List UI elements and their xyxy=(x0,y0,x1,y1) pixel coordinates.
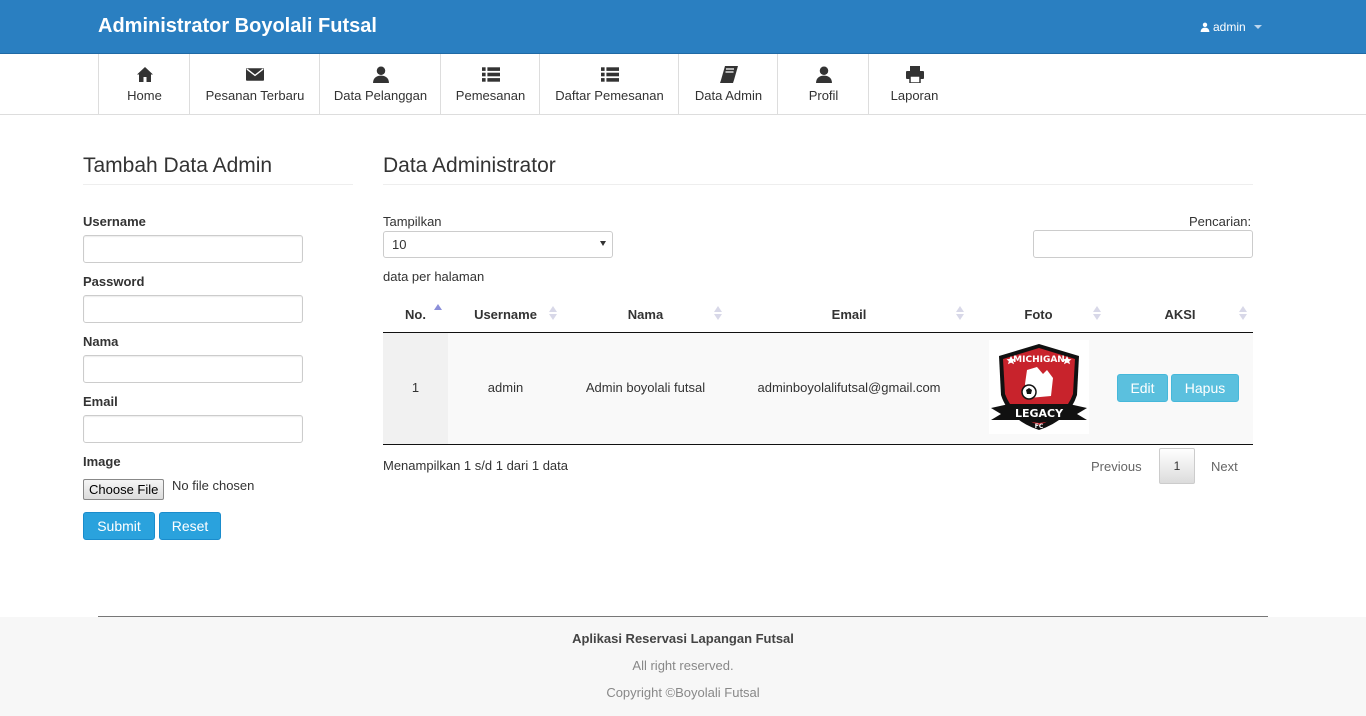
user-menu[interactable]: admin xyxy=(1200,20,1262,34)
user-icon xyxy=(372,66,389,83)
column-header-no[interactable]: No. xyxy=(383,296,448,332)
pagination-previous[interactable]: Previous xyxy=(1091,459,1142,474)
username-input[interactable] xyxy=(83,235,303,263)
column-label: No. xyxy=(405,306,426,322)
cell-username: admin xyxy=(487,380,524,395)
chevron-down-icon xyxy=(1253,25,1262,29)
cell-nama: Admin boyolali futsal xyxy=(585,380,706,395)
sort-icon xyxy=(1239,306,1249,320)
per-page-label: data per halaman xyxy=(383,269,485,284)
book-icon xyxy=(719,66,738,83)
chevron-down-icon xyxy=(600,241,606,246)
footer-title: Aplikasi Reservasi Lapangan Futsal xyxy=(572,631,794,646)
search-label: Pencarian: xyxy=(1189,214,1252,229)
nav-item-pemesanan[interactable]: Pemesanan xyxy=(440,54,540,114)
user-icon xyxy=(815,66,832,83)
search-input[interactable] xyxy=(1033,230,1253,258)
user-name: admin xyxy=(1213,20,1246,34)
nav-label: Data Pelanggan xyxy=(333,88,428,103)
column-label: AKSI xyxy=(1164,306,1196,322)
sort-icon xyxy=(714,306,724,320)
brand-title[interactable]: Administrator Boyolali Futsal xyxy=(98,15,377,38)
file-status: No file chosen xyxy=(172,478,255,493)
divider xyxy=(83,184,353,185)
nav-label: Pemesanan xyxy=(455,88,526,103)
email-input[interactable] xyxy=(83,415,303,443)
sort-icon xyxy=(549,306,559,320)
column-label: Email xyxy=(831,306,867,322)
column-header-nama[interactable]: Nama xyxy=(563,296,728,332)
show-label: Tampilkan xyxy=(383,214,442,229)
top-navbar: Administrator Boyolali Futsal admin xyxy=(0,0,1366,54)
footer-divider xyxy=(98,616,1268,617)
column-header-foto[interactable]: Foto xyxy=(970,296,1107,332)
password-input[interactable] xyxy=(83,295,303,323)
nav-item-laporan[interactable]: Laporan xyxy=(868,54,960,114)
nav-label: Pesanan Terbaru xyxy=(205,88,305,103)
pagination-page-1[interactable]: 1 xyxy=(1159,448,1195,484)
nav-item-data-admin[interactable]: Data Admin xyxy=(678,54,778,114)
page-size-value: 10 xyxy=(392,237,407,252)
reset-button[interactable]: Reset xyxy=(159,512,221,540)
print-icon xyxy=(905,66,924,83)
nama-label: Nama xyxy=(83,334,119,349)
cell-no: 1 xyxy=(411,380,420,395)
table-title: Data Administrator xyxy=(383,154,556,177)
list-icon xyxy=(600,67,619,82)
nav-item-data-pelanggan[interactable]: Data Pelanggan xyxy=(319,54,441,114)
logo-text: FC xyxy=(1035,423,1044,430)
column-header-aksi[interactable]: AKSI xyxy=(1107,296,1253,332)
submit-button[interactable]: Submit xyxy=(83,512,155,540)
table-bottom-border xyxy=(383,444,1253,445)
home-icon xyxy=(136,67,153,82)
main-nav: Home Pesanan Terbaru Data Pelanggan Peme… xyxy=(0,54,1366,115)
footer-copyright: Copyright ©Boyolali Futsal xyxy=(606,685,760,700)
sort-icon xyxy=(1093,306,1103,320)
nav-label: Data Admin xyxy=(694,88,763,103)
choose-file-button[interactable]: Choose File xyxy=(83,479,165,500)
nav-label: Daftar Pemesanan xyxy=(555,88,664,103)
column-label: Foto xyxy=(1024,306,1053,322)
column-label: Username xyxy=(474,306,537,322)
nav-item-pesanan-terbaru[interactable]: Pesanan Terbaru xyxy=(189,54,320,114)
list-icon xyxy=(481,67,500,82)
column-label: Nama xyxy=(627,306,664,322)
column-header-email[interactable]: Email xyxy=(728,296,970,332)
form-title: Tambah Data Admin xyxy=(83,154,273,177)
delete-button[interactable]: Hapus xyxy=(1171,374,1239,402)
nama-input[interactable] xyxy=(83,355,303,383)
envelope-icon xyxy=(246,68,264,81)
logo-text: MICHIGAN xyxy=(1013,355,1065,365)
admin-photo: MICHIGAN LEGACY FC xyxy=(989,340,1089,434)
pagination-next[interactable]: Next xyxy=(1211,459,1238,474)
logo-text: LEGACY xyxy=(1015,407,1064,420)
cell-email: adminboyolalifutsal@gmail.com xyxy=(757,380,941,395)
page-size-select[interactable]: 10 xyxy=(383,231,613,258)
nav-label: Laporan xyxy=(890,88,939,103)
nav-item-home[interactable]: Home xyxy=(98,54,190,114)
sort-asc-icon xyxy=(434,304,444,318)
user-icon xyxy=(1200,22,1210,32)
nav-label: Profil xyxy=(808,88,839,103)
sort-icon xyxy=(956,306,966,320)
email-label: Email xyxy=(83,394,118,409)
username-label: Username xyxy=(83,214,146,229)
password-label: Password xyxy=(83,274,145,289)
nav-item-profil[interactable]: Profil xyxy=(777,54,869,114)
footer-rights: All right reserved. xyxy=(632,658,734,673)
club-logo: MICHIGAN LEGACY FC xyxy=(991,344,1087,430)
column-header-username[interactable]: Username xyxy=(448,296,563,332)
image-label: Image xyxy=(83,454,121,469)
nav-item-daftar-pemesanan[interactable]: Daftar Pemesanan xyxy=(539,54,679,114)
divider xyxy=(383,184,1253,185)
nav-label: Home xyxy=(127,88,162,103)
edit-button[interactable]: Edit xyxy=(1117,374,1168,402)
table-info: Menampilkan 1 s/d 1 dari 1 data xyxy=(383,458,568,473)
